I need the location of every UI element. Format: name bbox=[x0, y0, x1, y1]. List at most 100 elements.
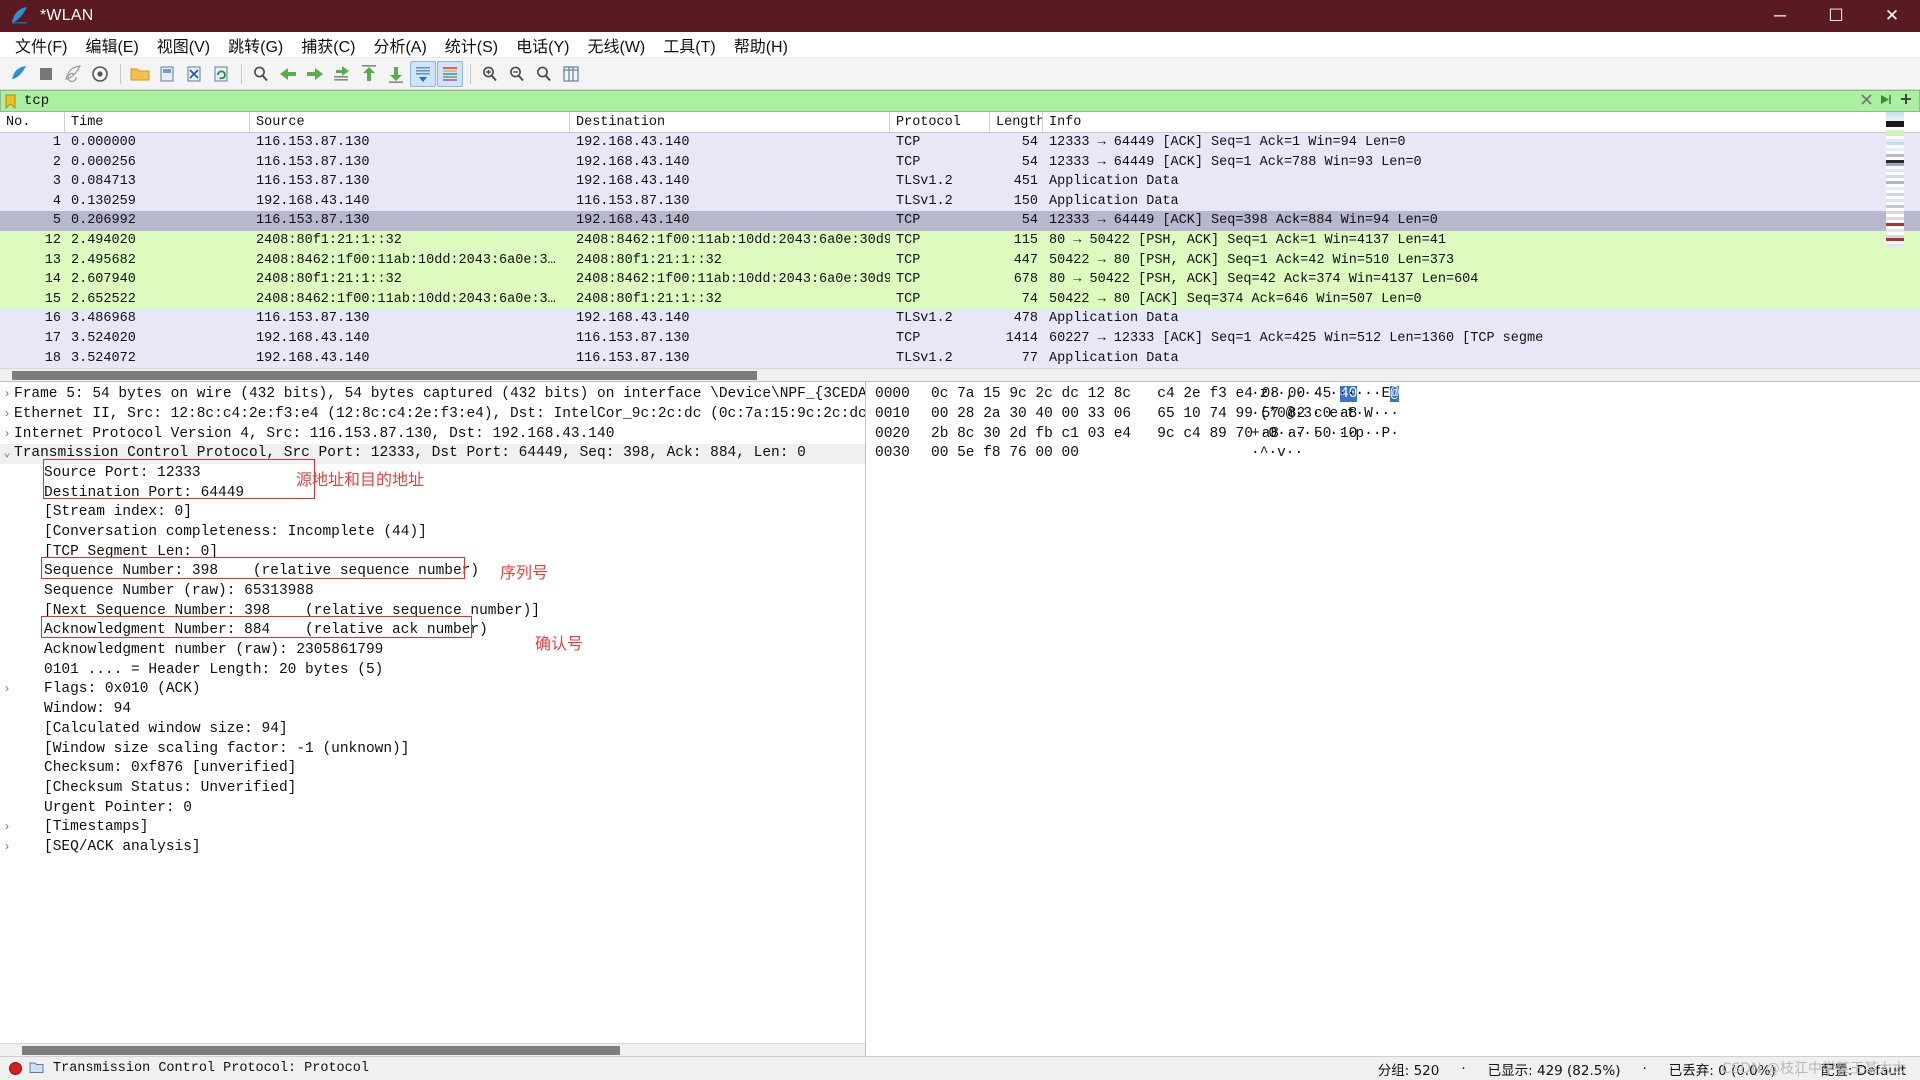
go-forward-icon[interactable] bbox=[302, 61, 328, 87]
display-filter-bar[interactable]: tcp bbox=[0, 90, 1920, 112]
table-row[interactable]: 50.206992116.153.87.130192.168.43.140TCP… bbox=[0, 211, 1920, 231]
clear-filter-icon[interactable] bbox=[1860, 93, 1873, 109]
hex-dump-row[interactable]: 003000 5e f8 76 00 00·^·v·· bbox=[866, 444, 1920, 464]
column-header-destination[interactable]: Destination bbox=[570, 112, 890, 132]
menu-statistics[interactable]: 统计(S) bbox=[436, 31, 507, 59]
go-last-packet-icon[interactable] bbox=[383, 61, 409, 87]
packet-detail-tree[interactable]: ›Frame 5: 54 bytes on wire (432 bits), 5… bbox=[0, 382, 865, 1043]
packet-list-hscrollbar[interactable] bbox=[0, 368, 1920, 381]
detail-tree-item[interactable]: ›Frame 5: 54 bytes on wire (432 bits), 5… bbox=[0, 385, 865, 405]
packet-detail-pane[interactable]: ›Frame 5: 54 bytes on wire (432 bits), 5… bbox=[0, 382, 866, 1056]
maximize-button[interactable]: ☐ bbox=[1808, 0, 1864, 32]
detail-tree-item[interactable]: [Stream index: 0] bbox=[0, 503, 865, 523]
zoom-reset-icon[interactable] bbox=[531, 61, 557, 87]
hex-dump-row[interactable]: 00000c 7a 15 9c 2c dc 12 8c c4 2e f3 e4 … bbox=[866, 385, 1920, 405]
table-row[interactable]: 142.6079402408:80f1:21:1::322408:8462:1f… bbox=[0, 270, 1920, 290]
start-capture-icon[interactable] bbox=[6, 61, 32, 87]
zoom-in-icon[interactable] bbox=[477, 61, 503, 87]
menu-telephony[interactable]: 电话(Y) bbox=[507, 31, 578, 59]
detail-tree-item[interactable]: Checksum: 0xf876 [unverified] bbox=[0, 759, 865, 779]
find-packet-icon[interactable] bbox=[248, 61, 274, 87]
disclosure-triangle-icon[interactable]: › bbox=[0, 838, 14, 858]
detail-tree-item[interactable]: [TCP Segment Len: 0] bbox=[0, 543, 865, 563]
capture-options-icon[interactable] bbox=[87, 61, 113, 87]
menu-help[interactable]: 帮助(H) bbox=[725, 31, 797, 59]
menu-file[interactable]: 文件(F) bbox=[6, 31, 76, 59]
menu-tools[interactable]: 工具(T) bbox=[654, 31, 724, 59]
detail-tree-item[interactable]: Sequence Number (raw): 65313988 bbox=[0, 582, 865, 602]
detail-tree-item[interactable]: Destination Port: 64449 bbox=[0, 484, 865, 504]
table-row[interactable]: 163.486968116.153.87.130192.168.43.140TL… bbox=[0, 309, 1920, 329]
menu-edit[interactable]: 编辑(E) bbox=[76, 31, 147, 59]
restart-capture-icon[interactable] bbox=[60, 61, 86, 87]
detail-hscroll-thumb[interactable] bbox=[22, 1046, 620, 1055]
display-filter-input[interactable]: tcp bbox=[18, 93, 1860, 109]
column-header-protocol[interactable]: Protocol bbox=[890, 112, 990, 132]
hex-dump-row[interactable]: 001000 28 2a 30 40 00 33 06 65 10 74 99 … bbox=[866, 405, 1920, 425]
disclosure-triangle-icon[interactable]: › bbox=[0, 818, 14, 838]
detail-tree-item[interactable]: 0101 .... = Header Length: 20 bytes (5) bbox=[0, 661, 865, 681]
go-first-packet-icon[interactable] bbox=[356, 61, 382, 87]
reload-file-icon[interactable] bbox=[208, 61, 234, 87]
colorize-icon[interactable] bbox=[437, 61, 463, 87]
disclosure-triangle-icon[interactable]: › bbox=[0, 405, 14, 425]
stop-capture-icon[interactable] bbox=[33, 61, 59, 87]
menu-view[interactable]: 视图(V) bbox=[148, 31, 219, 59]
column-header-length[interactable]: Length bbox=[990, 112, 1043, 132]
table-row[interactable]: 20.000256116.153.87.130192.168.43.140TCP… bbox=[0, 153, 1920, 173]
filter-expression-icon[interactable] bbox=[1899, 91, 1913, 111]
column-header-time[interactable]: Time bbox=[65, 112, 250, 132]
column-header-info[interactable]: Info bbox=[1043, 112, 1920, 132]
packet-list-hscroll-thumb[interactable] bbox=[12, 371, 757, 380]
detail-tree-item[interactable]: [Conversation completeness: Incomplete (… bbox=[0, 523, 865, 543]
save-file-icon[interactable] bbox=[154, 61, 180, 87]
menu-go[interactable]: 跳转(G) bbox=[219, 31, 292, 59]
table-row[interactable]: 132.4956822408:8462:1f00:11ab:10dd:2043:… bbox=[0, 251, 1920, 271]
table-row[interactable]: 183.524072192.168.43.140116.153.87.130TL… bbox=[0, 349, 1920, 369]
detail-tree-item[interactable]: ⌄Transmission Control Protocol, Src Port… bbox=[0, 444, 865, 464]
detail-tree-item[interactable]: Urgent Pointer: 0 bbox=[0, 799, 865, 819]
column-header-no[interactable]: No. bbox=[0, 112, 65, 132]
detail-tree-item[interactable]: Acknowledgment Number: 884 (relative ack… bbox=[0, 621, 865, 641]
disclosure-triangle-icon[interactable]: › bbox=[0, 680, 14, 700]
detail-tree-item[interactable]: ›Internet Protocol Version 4, Src: 116.1… bbox=[0, 425, 865, 445]
detail-tree-item[interactable]: Window: 94 bbox=[0, 700, 865, 720]
detail-tree-item[interactable]: [Next Sequence Number: 398 (relative seq… bbox=[0, 602, 865, 622]
disclosure-triangle-icon[interactable]: › bbox=[0, 425, 14, 445]
detail-tree-item[interactable]: Sequence Number: 398 (relative sequence … bbox=[0, 562, 865, 582]
menu-capture[interactable]: 捕获(C) bbox=[292, 31, 364, 59]
menu-analyze[interactable]: 分析(A) bbox=[364, 31, 435, 59]
capture-file-icon[interactable] bbox=[29, 1060, 44, 1078]
detail-tree-item[interactable]: [Window size scaling factor: -1 (unknown… bbox=[0, 740, 865, 760]
table-row[interactable]: 122.4940202408:80f1:21:1::322408:8462:1f… bbox=[0, 231, 1920, 251]
go-back-icon[interactable] bbox=[275, 61, 301, 87]
table-row[interactable]: 173.524020192.168.43.140116.153.87.130TC… bbox=[0, 329, 1920, 349]
table-row[interactable]: 30.084713116.153.87.130192.168.43.140TLS… bbox=[0, 172, 1920, 192]
detail-tree-item[interactable]: ›Flags: 0x010 (ACK) bbox=[0, 680, 865, 700]
close-file-icon[interactable] bbox=[181, 61, 207, 87]
hex-dump-row[interactable]: 00202b 8c 30 2d fb c1 03 e4 9c c4 89 70 … bbox=[866, 425, 1920, 445]
go-to-packet-icon[interactable] bbox=[329, 61, 355, 87]
zoom-out-icon[interactable] bbox=[504, 61, 530, 87]
table-row[interactable]: 40.130259192.168.43.140116.153.87.130TLS… bbox=[0, 192, 1920, 212]
bookmark-icon[interactable] bbox=[2, 91, 18, 111]
expert-info-icon[interactable] bbox=[9, 1062, 22, 1075]
disclosure-triangle-icon[interactable]: ⌄ bbox=[0, 444, 14, 464]
detail-tree-item[interactable]: [Checksum Status: Unverified] bbox=[0, 779, 865, 799]
menu-wireless[interactable]: 无线(W) bbox=[578, 31, 654, 59]
packet-list-pane[interactable]: No. Time Source Destination Protocol Len… bbox=[0, 112, 1920, 382]
resize-columns-icon[interactable] bbox=[558, 61, 584, 87]
detail-tree-item[interactable]: [Calculated window size: 94] bbox=[0, 720, 865, 740]
column-header-source[interactable]: Source bbox=[250, 112, 570, 132]
detail-hscrollbar[interactable] bbox=[0, 1043, 865, 1056]
detail-tree-item[interactable]: Source Port: 12333 bbox=[0, 464, 865, 484]
detail-tree-item[interactable]: ›[SEQ/ACK analysis] bbox=[0, 838, 865, 858]
table-row[interactable]: 10.000000116.153.87.130192.168.43.140TCP… bbox=[0, 133, 1920, 153]
detail-tree-item[interactable]: Acknowledgment number (raw): 2305861799 bbox=[0, 641, 865, 661]
open-file-icon[interactable] bbox=[127, 61, 153, 87]
close-button[interactable]: ✕ bbox=[1864, 0, 1920, 32]
packet-bytes-pane[interactable]: 00000c 7a 15 9c 2c dc 12 8c c4 2e f3 e4 … bbox=[866, 382, 1920, 1056]
disclosure-triangle-icon[interactable]: › bbox=[0, 385, 14, 405]
autoscroll-icon[interactable] bbox=[410, 61, 436, 87]
packet-list-rows[interactable]: 10.000000116.153.87.130192.168.43.140TCP… bbox=[0, 133, 1920, 368]
